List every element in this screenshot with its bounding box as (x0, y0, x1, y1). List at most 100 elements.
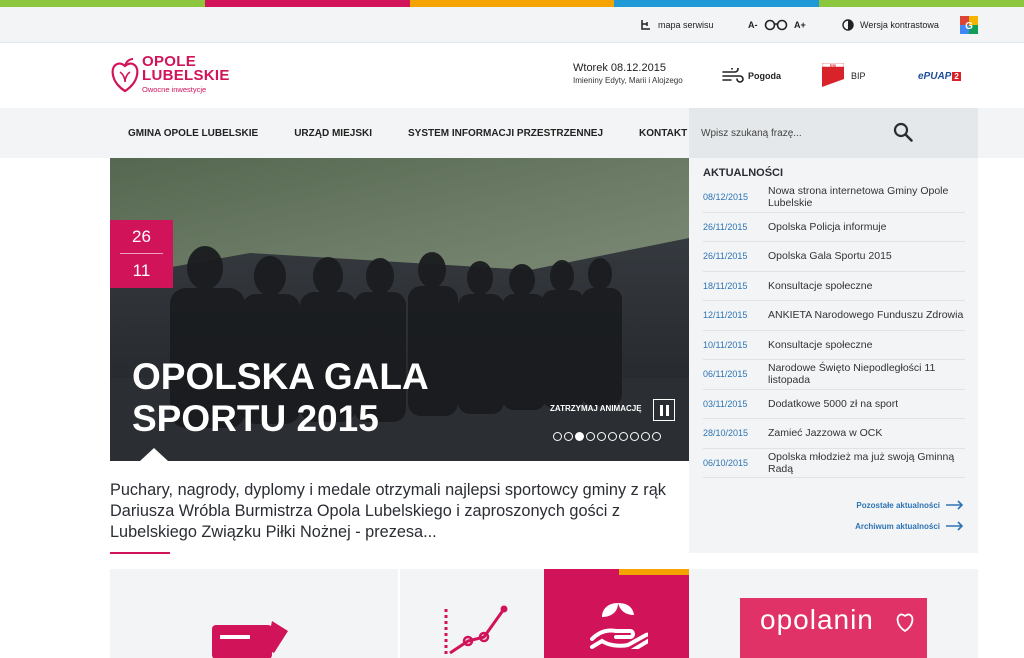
contrast-label: Wersja kontrastowa (860, 20, 939, 30)
opolanin-apple-icon (896, 613, 914, 633)
news-item[interactable]: 28/10/2015 Zamieć Jazzowa w OCK (703, 419, 965, 449)
current-date: Wtorek 08.12.2015 (573, 62, 666, 74)
news-title: Narodowe Święto Niepodległości 11 listop… (768, 362, 936, 387)
chart-growth-icon (444, 605, 508, 655)
news-title: Opolska młodzież ma już swoją Gminną Rad… (768, 450, 955, 475)
weather-label: Pogoda (748, 71, 781, 81)
slider-dot[interactable] (575, 432, 584, 441)
utility-bar: mapa serwisu A- A+ Wersja kontrastowa G (0, 7, 1024, 43)
tile-growth[interactable] (400, 569, 544, 658)
news-date: 10/11/2015 (703, 339, 748, 350)
sitemap-icon (641, 20, 650, 30)
date-block: Wtorek 08.12.2015 Imieniny Edyty, Marii … (573, 62, 683, 85)
contrast-toggle[interactable]: Wersja kontrastowa (842, 7, 939, 43)
slide-day: 26 (120, 220, 163, 254)
wind-icon (722, 68, 744, 83)
more-news-link[interactable]: Pozostałe aktualności (856, 500, 964, 510)
news-title: Konsultacje społeczne (768, 279, 873, 292)
news-item[interactable]: 18/11/2015 Konsultacje społeczne (703, 272, 965, 301)
slider-dot[interactable] (641, 432, 650, 441)
arrow-right-icon (946, 500, 964, 510)
glasses-icon (764, 7, 794, 43)
news-title: Nowa strona internetowa Gminy Opole Lube… (768, 185, 949, 210)
sitemap-label: mapa serwisu (658, 20, 714, 30)
slider-dot[interactable] (619, 432, 628, 441)
news-item[interactable]: 06/10/2015 Opolska młodzież ma już swoją … (703, 449, 965, 478)
news-panel: AKTUALNOŚCI 08/12/2015 Nowa strona intern… (689, 158, 978, 553)
bip-link[interactable]: bip BIP (822, 44, 866, 108)
opolanin-cover: opolanin (740, 598, 927, 658)
slide-title[interactable]: OPOLSKA GALA SPORTU 2015 (132, 356, 452, 440)
slide-month: 11 (132, 261, 151, 280)
font-larger-button[interactable]: A+ (794, 7, 806, 43)
tile-opolanin[interactable]: opolanin (689, 569, 978, 658)
pause-icon (659, 404, 663, 416)
slider-dot[interactable] (597, 432, 606, 441)
pause-animation-button[interactable] (653, 399, 675, 421)
news-date: 03/11/2015 (703, 398, 748, 409)
sitemap-link[interactable]: mapa serwisu (640, 7, 714, 43)
news-heading: AKTUALNOŚCI (703, 167, 784, 179)
slider-dot[interactable] (553, 432, 562, 441)
weather-link[interactable]: Pogoda (722, 44, 781, 108)
slider-dot[interactable] (564, 432, 573, 441)
more-news-label: Pozostałe aktualności (856, 500, 940, 510)
search-box (689, 108, 978, 158)
news-date: 28/10/2015 (703, 428, 749, 439)
nav-item-sip[interactable]: SYSTEM INFORMACJI PRZESTRZENNEJ (390, 108, 621, 158)
translate-button[interactable]: G (960, 7, 984, 43)
color-segment (204, 0, 410, 7)
news-title: Zamieć Jazzowa w OCK (768, 427, 883, 440)
tile-support[interactable] (544, 569, 689, 658)
lead-divider (110, 552, 170, 554)
slide-title-line2: SPORTU 2015 (132, 398, 379, 439)
slider-caret (140, 448, 168, 461)
nav-item-urzad[interactable]: URZĄD MIEJSKI (276, 108, 390, 158)
slider-dot[interactable] (652, 432, 661, 441)
svg-text:G: G (965, 21, 973, 32)
font-smaller-label: A- (748, 20, 758, 30)
main-navigation-bar: GMINA OPOLE LUBELSKIE URZĄD MIEJSKI SYST… (0, 108, 1024, 158)
tile-ribbon (619, 569, 689, 575)
slider-pagination (553, 432, 661, 441)
news-archive-link[interactable]: Archiwum aktualności (855, 521, 964, 531)
translate-icon: G (960, 16, 978, 34)
news-item[interactable]: 26/11/2015 Opolska Policja informuje (703, 213, 965, 242)
pause-icon (665, 404, 669, 416)
epuap-link[interactable]: ePUAP 2 (918, 44, 961, 108)
slide-title-line1: OPOLSKA GALA (132, 356, 429, 397)
arrow-right-icon (946, 521, 964, 531)
slide-date-badge: 26 11 (110, 220, 173, 288)
news-item[interactable]: 06/11/2015 Narodowe Święto Niepodległości… (703, 360, 965, 390)
news-item[interactable]: 10/11/2015 Konsultacje społeczne (703, 331, 965, 360)
news-title: ANKIETA Narodowego Funduszu Zdrowia (768, 309, 964, 322)
search-input[interactable] (701, 122, 921, 144)
news-item[interactable]: 08/12/2015 Nowa strona internetowa Gminy … (703, 183, 965, 213)
font-larger-label: A+ (794, 20, 806, 30)
color-segment (0, 0, 205, 7)
nav-item-gmina[interactable]: GMINA OPOLE LUBELSKIE (110, 108, 276, 158)
svg-text:bip: bip (830, 63, 837, 68)
slider-dot[interactable] (608, 432, 617, 441)
document-edit-icon (212, 621, 288, 658)
slider-dot[interactable] (586, 432, 595, 441)
font-smaller-button[interactable]: A- (748, 7, 758, 43)
news-item[interactable]: 03/11/2015 Dodatkowe 5000 zł na sport (703, 390, 965, 419)
lead-paragraph[interactable]: Puchary, nagrody, dyplomy i medale otrzy… (110, 480, 680, 543)
bip-logo-icon: bip (822, 63, 844, 87)
bip-label: BIP (851, 71, 866, 81)
news-archive-label: Archiwum aktualności (855, 521, 940, 531)
apple-logo-icon (111, 58, 139, 93)
news-item[interactable]: 12/11/2015 ANKIETA Narodowego Funduszu Zd… (703, 301, 965, 331)
news-date: 06/10/2015 (703, 457, 749, 468)
news-date: 08/12/2015 (703, 192, 749, 203)
contrast-icon (842, 19, 854, 31)
news-date: 12/11/2015 (703, 310, 748, 321)
news-title: Konsultacje społeczne (768, 338, 873, 351)
site-logo[interactable]: OPOLE LUBELSKIE Owocne inwestycje (110, 52, 250, 100)
tile-documents[interactable] (110, 569, 398, 658)
color-segment (409, 0, 615, 7)
search-icon[interactable] (893, 122, 913, 142)
news-item[interactable]: 26/11/2015 Opolska Gala Sportu 2015 (703, 242, 965, 272)
slider-dot[interactable] (630, 432, 639, 441)
